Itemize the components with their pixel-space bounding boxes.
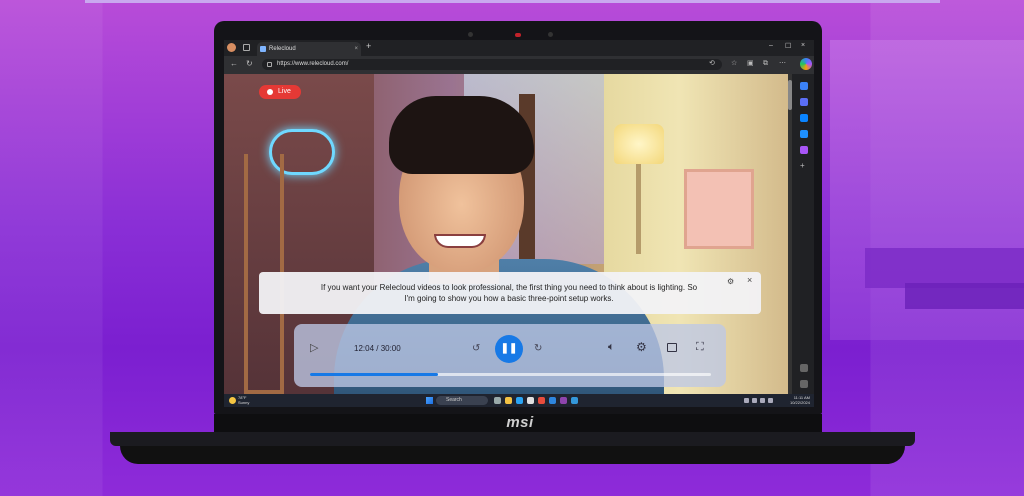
video-person-smile bbox=[434, 234, 486, 248]
time-display: 12:04 / 30:00 bbox=[354, 344, 401, 353]
volume-icon[interactable]: 🔈︎ bbox=[608, 341, 615, 354]
live-dot-icon bbox=[267, 89, 273, 95]
video-player[interactable]: Live If you want your Relecloud videos t… bbox=[224, 74, 792, 394]
minimize-button[interactable]: – bbox=[769, 42, 773, 49]
tray-chevron-icon[interactable] bbox=[744, 398, 749, 403]
more-icon[interactable]: ⋯ bbox=[779, 60, 787, 68]
laptop-base-lip bbox=[120, 446, 905, 464]
refresh-icon[interactable]: ↻ bbox=[246, 59, 253, 68]
workspaces-icon[interactable] bbox=[243, 44, 250, 51]
site-favicon-icon bbox=[260, 46, 266, 52]
app-icon[interactable] bbox=[571, 397, 578, 404]
progress-track[interactable] bbox=[310, 373, 711, 376]
sidebar-games-icon[interactable] bbox=[800, 146, 808, 154]
scroll-thumb[interactable] bbox=[788, 80, 792, 110]
caption-box: If you want your Relecloud videos to loo… bbox=[259, 272, 761, 314]
player-settings-gear-icon[interactable]: ⚙ bbox=[636, 340, 647, 354]
file-explorer-icon[interactable] bbox=[505, 397, 512, 404]
caption-close-icon[interactable]: × bbox=[747, 275, 752, 286]
pause-button[interactable]: ❚❚ bbox=[495, 335, 523, 363]
webcam-icon bbox=[515, 33, 521, 37]
video-picture-frame bbox=[684, 169, 754, 249]
extensions-icon[interactable]: ⧉ bbox=[763, 60, 771, 68]
lock-icon bbox=[267, 62, 272, 67]
taskbar-clock[interactable]: 11:11 AM 10/22/2024 bbox=[784, 395, 810, 405]
battery-icon[interactable] bbox=[768, 398, 773, 403]
msi-logo: msi bbox=[506, 414, 534, 431]
teams-icon[interactable] bbox=[560, 397, 567, 404]
address-bar-row: ← ↻ https://www.relecloud.com/ ⟲ ☆ ▣ ⧉ ⋯ bbox=[224, 56, 814, 74]
tab-title: Relecloud bbox=[269, 46, 296, 52]
laptop-screen: Relecloud × + – ☐ × ← ↻ https://www.rele… bbox=[224, 40, 814, 407]
caption-text: If you want your Relecloud videos to loo… bbox=[320, 283, 698, 303]
video-person-hair bbox=[389, 96, 534, 174]
miniplayer-icon[interactable] bbox=[667, 343, 677, 352]
sidebar-outlook-icon[interactable] bbox=[800, 114, 808, 122]
edge-sidebar: + bbox=[794, 74, 814, 394]
speaker-icon[interactable] bbox=[760, 398, 765, 403]
wifi-icon[interactable] bbox=[752, 398, 757, 403]
maximize-button[interactable]: ☐ bbox=[785, 42, 791, 50]
page-scrollbar[interactable] bbox=[788, 74, 792, 394]
windows-start-icon[interactable] bbox=[426, 397, 433, 404]
edge-icon[interactable] bbox=[516, 397, 523, 404]
top-accent-bar bbox=[85, 0, 940, 3]
close-window-button[interactable]: × bbox=[801, 42, 805, 49]
back-icon[interactable]: ← bbox=[230, 59, 238, 68]
live-badge: Live bbox=[259, 85, 301, 99]
sidebar-tools-icon[interactable] bbox=[800, 98, 808, 106]
tab-relecloud[interactable]: Relecloud × bbox=[257, 42, 361, 56]
background-shelf bbox=[865, 248, 1024, 288]
copilot-icon[interactable] bbox=[800, 58, 812, 70]
sidebar-search-icon[interactable] bbox=[800, 82, 808, 90]
task-view-icon[interactable] bbox=[494, 397, 501, 404]
background-shelf-lower bbox=[905, 283, 1024, 309]
app-icon[interactable] bbox=[538, 397, 545, 404]
play-icon[interactable]: ▷ bbox=[310, 341, 318, 354]
video-lamp bbox=[614, 124, 664, 164]
sidebar-office-icon[interactable] bbox=[800, 130, 808, 138]
new-tab-button[interactable]: + bbox=[366, 41, 371, 51]
profile-avatar[interactable] bbox=[227, 43, 236, 52]
rewind-icon[interactable]: ↺ bbox=[472, 343, 480, 354]
tab-close-icon[interactable]: × bbox=[354, 42, 358, 56]
sidebar-layout-icon[interactable] bbox=[800, 364, 808, 372]
live-label: Live bbox=[278, 88, 291, 95]
url-text: https://www.relecloud.com/ bbox=[277, 61, 349, 67]
forward-icon[interactable]: ↻ bbox=[534, 343, 542, 354]
weather-widget[interactable]: 78°F Sunny bbox=[238, 395, 249, 405]
clock-date: 10/22/2024 bbox=[789, 400, 810, 405]
weather-sun-icon[interactable] bbox=[229, 397, 236, 404]
sidebar-settings-icon[interactable] bbox=[800, 380, 808, 388]
laptop-base bbox=[110, 432, 915, 446]
windows-taskbar: 78°F Sunny Search 11:11 AM 10/22/2024 bbox=[224, 394, 814, 407]
sensor-icon bbox=[468, 32, 473, 37]
sensor-icon bbox=[548, 32, 553, 37]
store-icon[interactable] bbox=[527, 397, 534, 404]
tab-bar: Relecloud × + – ☐ × bbox=[224, 40, 814, 56]
read-aloud-icon[interactable]: ⟲ bbox=[709, 60, 717, 68]
outlook-icon[interactable] bbox=[549, 397, 556, 404]
weather-desc: Sunny bbox=[238, 400, 250, 405]
caption-settings-gear-icon[interactable]: ⚙ bbox=[727, 276, 734, 287]
video-lamp-stem bbox=[636, 164, 641, 254]
collections-icon[interactable]: ▣ bbox=[747, 60, 755, 68]
address-bar[interactable]: https://www.relecloud.com/ bbox=[262, 59, 722, 70]
taskbar-search[interactable]: Search bbox=[436, 396, 488, 405]
player-controls: ▷ 12:04 / 30:00 ↺ ❚❚ ↻ 🔈︎ ⚙ ⛶ bbox=[294, 324, 726, 387]
progress-fill bbox=[310, 373, 439, 376]
favorites-icon[interactable]: ☆ bbox=[731, 60, 739, 68]
fullscreen-icon[interactable]: ⛶ bbox=[696, 341, 704, 354]
sidebar-add-icon[interactable]: + bbox=[800, 162, 808, 170]
